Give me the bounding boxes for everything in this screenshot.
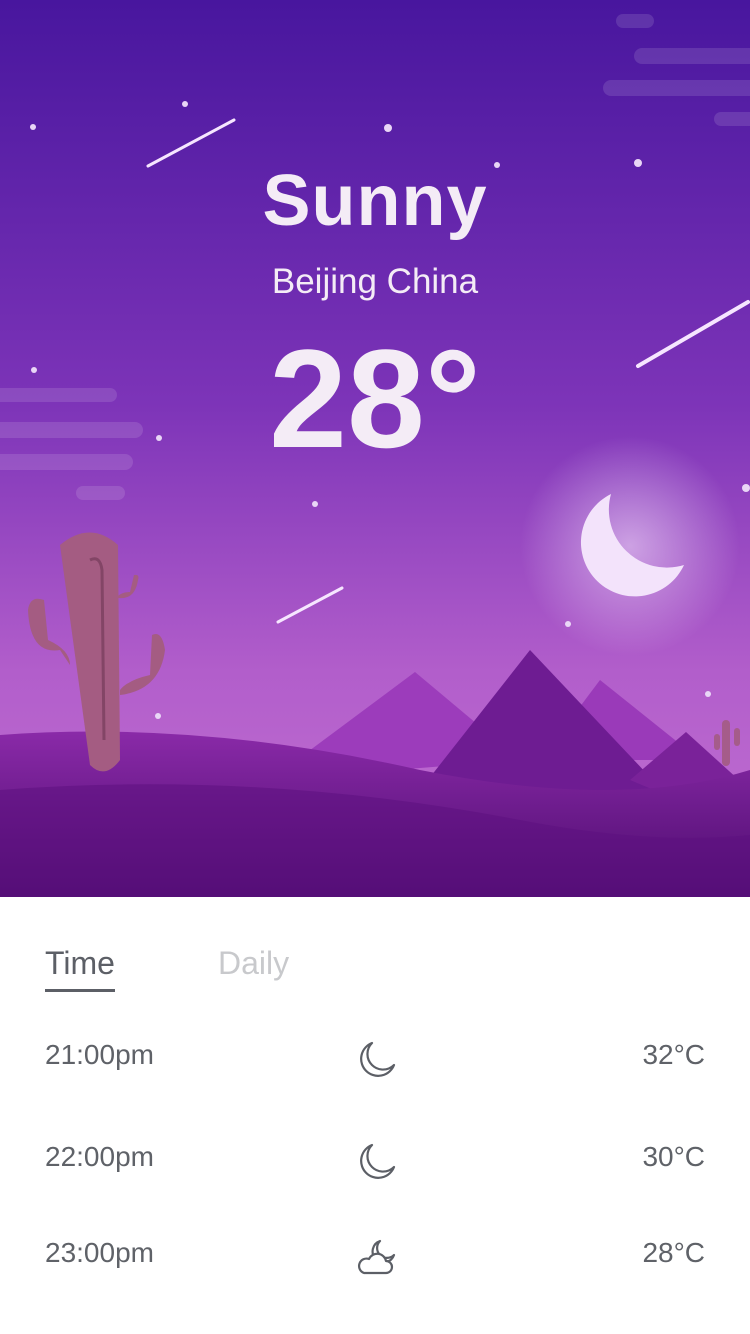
weather-condition: Sunny [262, 161, 488, 241]
forecast-panel: Time Daily 21:00pm 32°C 22:00pm 30°C 23:… [0, 897, 750, 1334]
hour-temperature: 30°C [642, 1141, 705, 1172]
hourly-row: 22:00pm 30°C [0, 1129, 750, 1189]
hour-time: 21:00pm [45, 1039, 154, 1070]
hour-temperature: 32°C [642, 1039, 705, 1070]
hourly-row: 21:00pm 32°C [0, 1027, 750, 1087]
tab-time[interactable]: Time [45, 945, 115, 992]
hour-temperature: 28°C [642, 1237, 705, 1268]
weather-hero: Sunny Beijing China 28° [0, 0, 750, 897]
location-label: Beijing China [271, 262, 479, 301]
moon-icon [360, 1143, 396, 1179]
tab-daily[interactable]: Daily [218, 945, 289, 982]
current-temperature: 28° [269, 320, 481, 477]
hour-time: 22:00pm [45, 1141, 154, 1172]
hourly-row: 23:00pm 28°C [0, 1225, 750, 1285]
hour-time: 23:00pm [45, 1237, 154, 1268]
cloudy-night-icon [357, 1239, 396, 1275]
moon-icon [360, 1041, 396, 1077]
